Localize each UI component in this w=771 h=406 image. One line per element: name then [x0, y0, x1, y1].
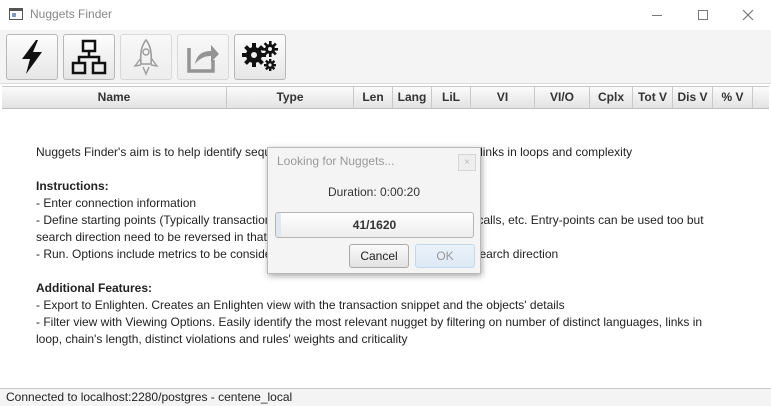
- progress-bar: 41/1620: [275, 212, 474, 238]
- close-icon: [742, 9, 754, 21]
- column-header-name[interactable]: Name: [2, 87, 227, 109]
- column-header-dis-v[interactable]: Dis V: [673, 87, 713, 109]
- rocket-icon: [133, 38, 159, 76]
- run-button[interactable]: [6, 34, 58, 80]
- column-header-cplx[interactable]: Cplx: [590, 87, 633, 109]
- instruction-line-4a: - Run. Options include metrics to be con…: [36, 247, 272, 261]
- help-intro-tail: links in loops and complexity: [480, 145, 633, 159]
- export-icon: [187, 45, 219, 73]
- maximize-icon: [698, 10, 708, 20]
- close-window-button[interactable]: [725, 0, 771, 30]
- gears-icon: [242, 41, 278, 71]
- column-header-lil[interactable]: LiL: [432, 87, 471, 109]
- column-header-vio[interactable]: VI/O: [535, 87, 590, 109]
- launch-button[interactable]: [120, 34, 172, 80]
- maximize-button[interactable]: [680, 0, 726, 30]
- features-heading: Additional Features:: [36, 281, 153, 295]
- column-header-vi[interactable]: VI: [471, 87, 535, 109]
- instruction-line-2b: calls, etc. Entry-points can be used too…: [477, 213, 704, 227]
- column-header-lang[interactable]: Lang: [393, 87, 432, 109]
- app-window-icon: [9, 8, 23, 20]
- column-header-pct-v[interactable]: % V: [713, 87, 753, 109]
- minimize-icon: [652, 14, 662, 16]
- help-intro: Nuggets Finder's aim is to help identify…: [36, 145, 272, 159]
- export-button[interactable]: [177, 34, 229, 80]
- results-table-header: Name Type Len Lang LiL VI VI/O Cplx Tot …: [2, 86, 769, 109]
- hierarchy-icon: [71, 39, 107, 75]
- progress-dialog: Looking for Nuggets... × Duration: 0:00:…: [267, 147, 481, 274]
- status-bar: Connected to localhost:2280/postgres - c…: [0, 388, 771, 406]
- column-header-len[interactable]: Len: [354, 87, 393, 109]
- feature-line: - Filter view with Viewing Options. Easi…: [36, 315, 703, 329]
- toolbar: [0, 30, 771, 84]
- duration-label: Duration: 0:00:20: [327, 185, 421, 199]
- window-title: Nuggets Finder: [30, 7, 113, 21]
- connection-status: Connected to localhost:2280/postgres - c…: [6, 390, 293, 404]
- dialog-title: Looking for Nuggets...: [277, 154, 395, 168]
- instruction-line-2a: - Define starting points (Typically tran…: [36, 213, 272, 227]
- column-header-type[interactable]: Type: [227, 87, 354, 109]
- feature-line: loop, chain's length, distinct violation…: [36, 332, 408, 346]
- dialog-close-button[interactable]: ×: [458, 154, 476, 171]
- settings-button[interactable]: [234, 34, 286, 80]
- column-header-tot-v[interactable]: Tot V: [633, 87, 673, 109]
- lightning-icon: [22, 40, 42, 74]
- feature-line: - Export to Enlighten. Creates an Enligh…: [36, 298, 565, 312]
- ok-button[interactable]: OK: [415, 244, 475, 268]
- progress-count: 41/1620: [352, 218, 397, 232]
- instruction-line-4b: earch direction: [479, 247, 559, 261]
- title-bar: Nuggets Finder: [0, 0, 771, 30]
- starting-points-button[interactable]: [63, 34, 115, 80]
- cancel-button[interactable]: Cancel: [349, 244, 409, 268]
- minimize-button[interactable]: [634, 0, 680, 30]
